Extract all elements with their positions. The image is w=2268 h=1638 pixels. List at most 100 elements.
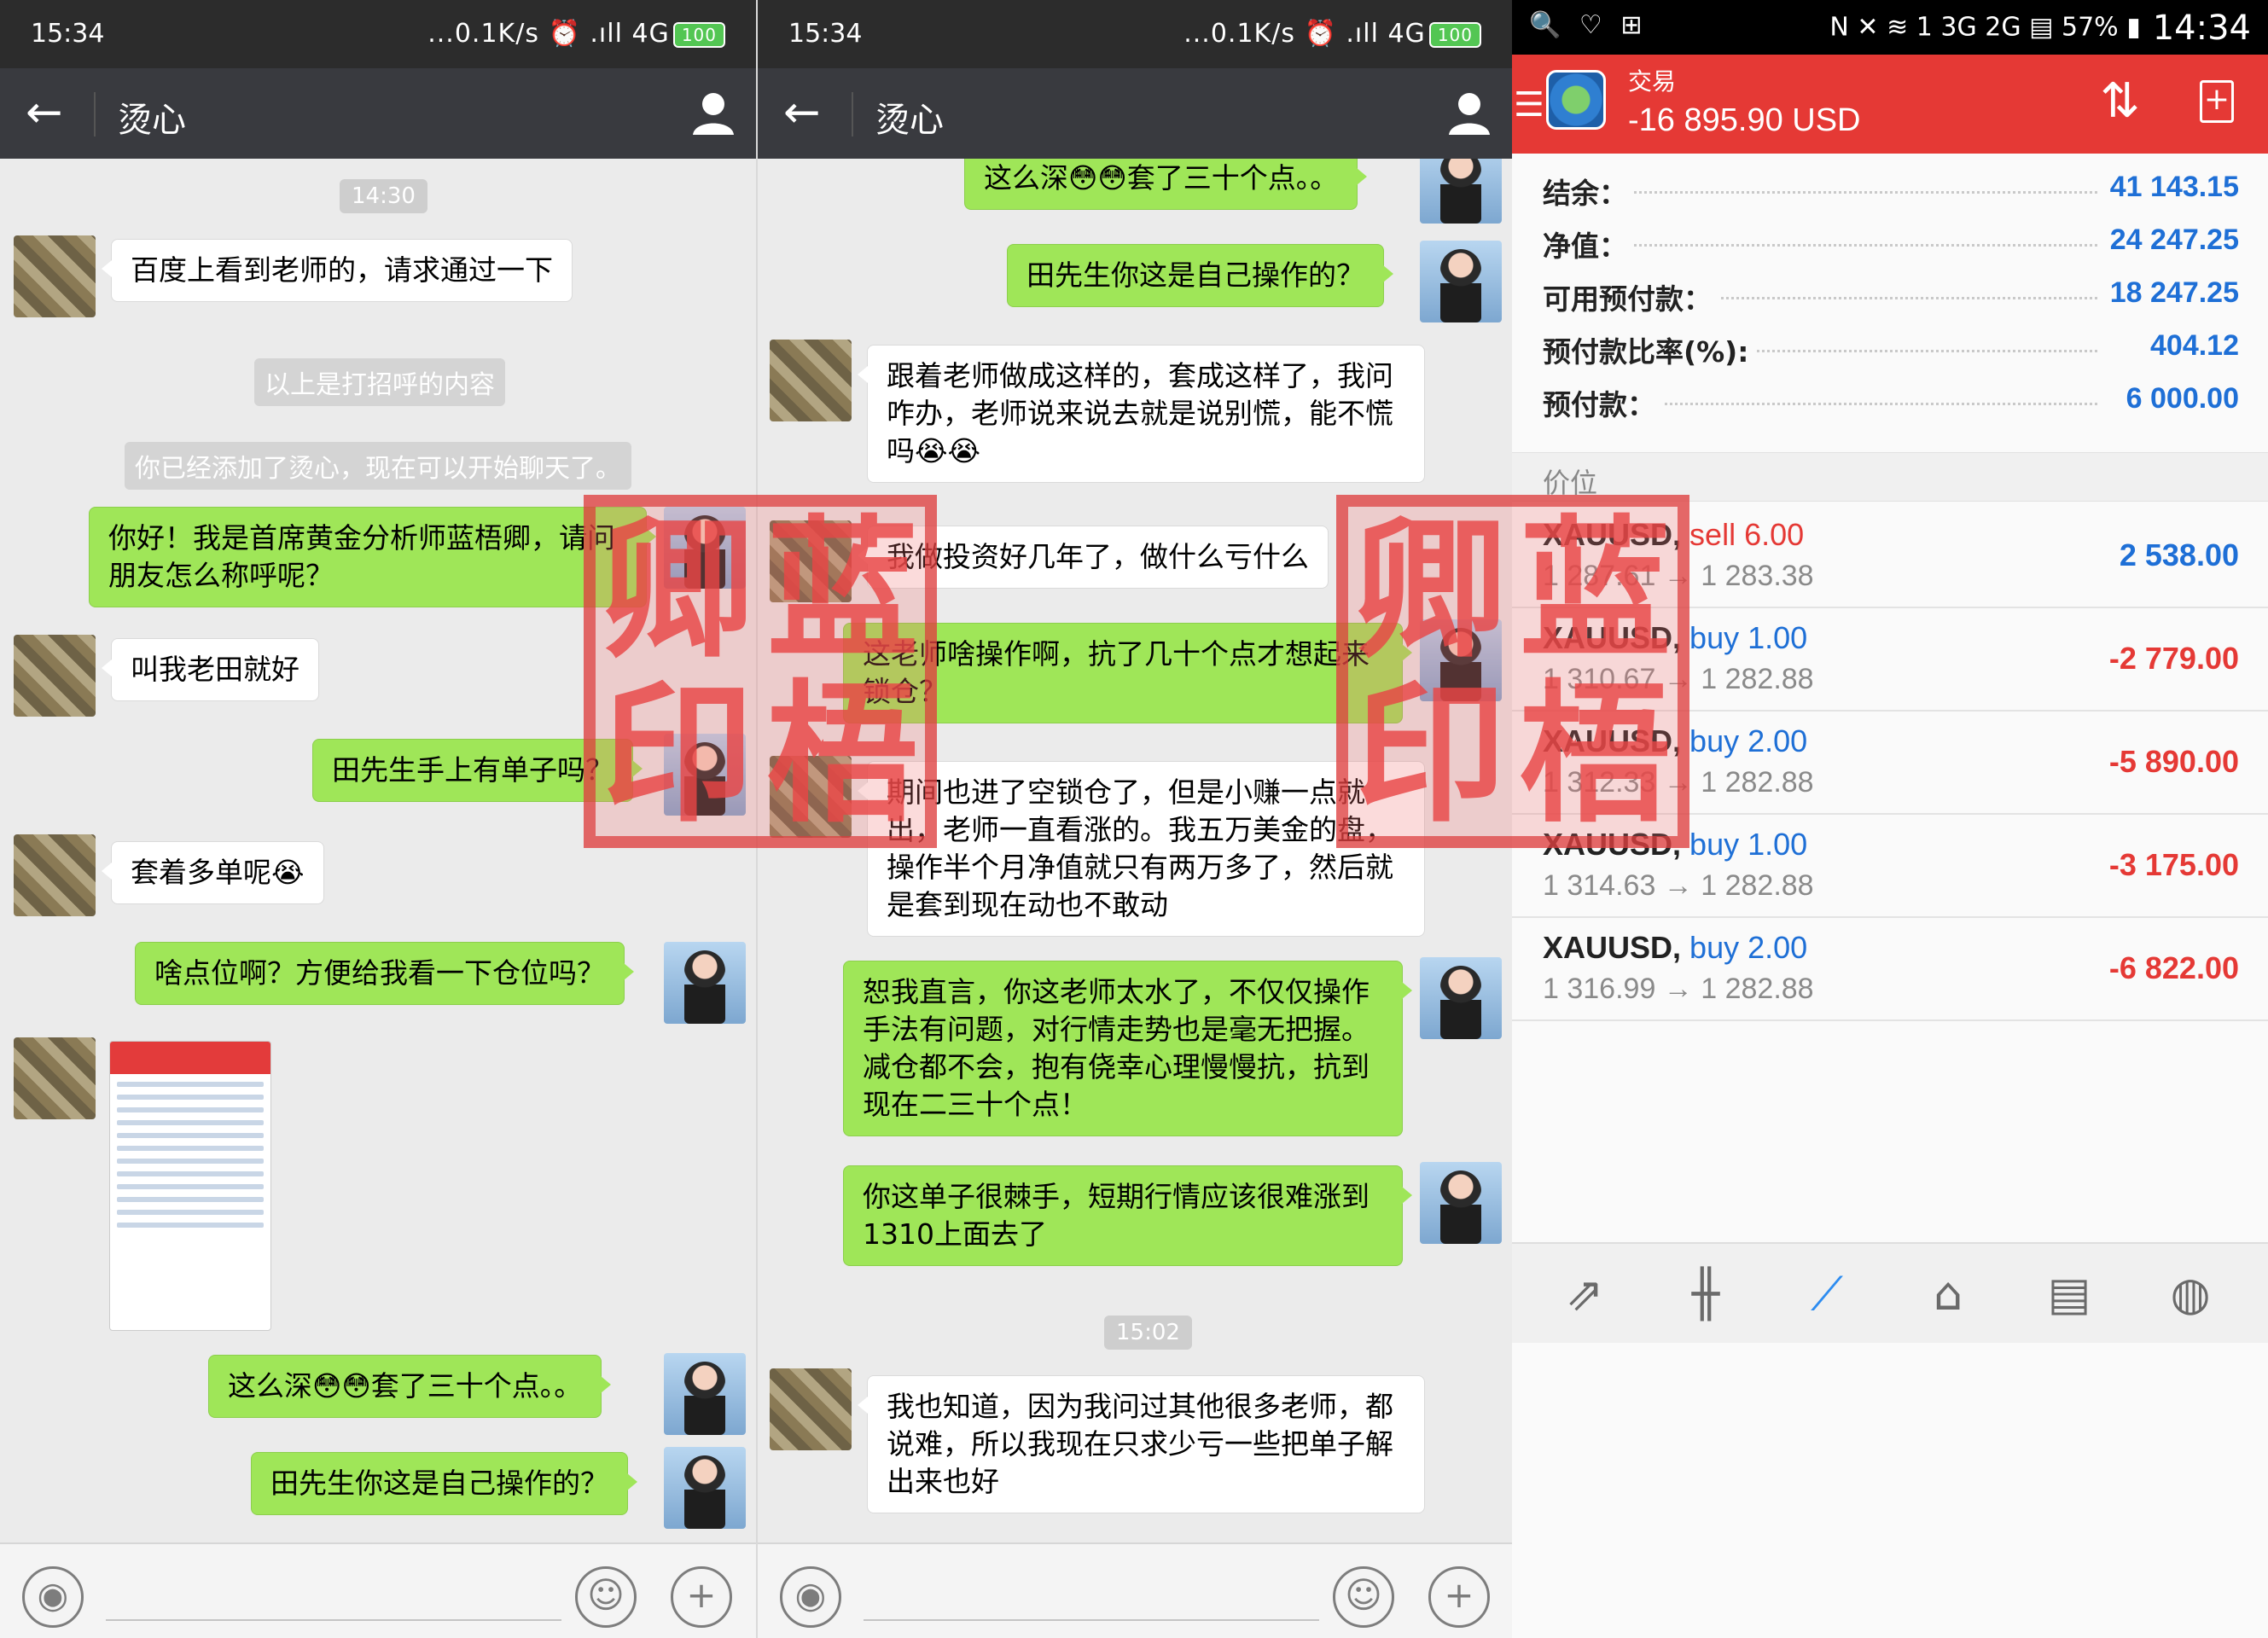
message-bubble-out[interactable]: 恕我直言，你这老师太水了，不仅仅操作手法有问题，对行情走势也是毫无把握。减仓都不… (843, 961, 1412, 1136)
position-side: buy 2.00 (1689, 930, 1808, 965)
seal-watermark: 卿 蓝 印 梧 (584, 495, 937, 848)
position-profit: 2 538.00 (2119, 537, 2239, 572)
status-right-icons: N ✕ ≋ 1 3G 2G ▤ 57% ▮ 14:34 (1829, 9, 2251, 48)
status-time: 15:34 (31, 19, 105, 49)
account-summary: 结余： 41 143.15 净值： 24 247.25 可用预付款： 18 247.2… (1512, 162, 2268, 427)
news-icon[interactable]: ▤ (2041, 1266, 2097, 1322)
summary-value: 18 247.25 (2101, 276, 2239, 310)
sort-icon[interactable]: ⇅ (2100, 73, 2140, 129)
position-side: buy 1.00 (1689, 827, 1808, 862)
battery-icon: 100 (1428, 21, 1481, 48)
my-avatar[interactable] (1420, 241, 1502, 322)
message-timestamp: 15:02 (1104, 1316, 1192, 1350)
position-prices: 1 314.63 → 1 282.88 (1543, 869, 1814, 902)
trading-screenshot-thumbnail[interactable] (109, 1041, 271, 1331)
header-profit: -16 895.90 USD (1628, 102, 1861, 138)
contact-profile-icon[interactable] (1445, 89, 1493, 136)
message-bubble-out[interactable]: 你这单子很棘手，短期行情应该很难涨到1310上面去了 (843, 1165, 1412, 1266)
voice-input-icon[interactable]: ◉ (22, 1566, 84, 1628)
position-profit: -2 779.00 (2108, 641, 2239, 676)
trade-icon[interactable]: ⇗ (1556, 1266, 1613, 1322)
voice-input-icon[interactable]: ◉ (780, 1566, 841, 1628)
position-prices: 1 316.99 → 1 282.88 (1543, 973, 1814, 1005)
friend-avatar[interactable] (14, 235, 96, 317)
message-list[interactable]: 这么深😳😳套了三十个点。。 田先生你这是自己操作的？ 跟着老师做成这样的，套成这… (758, 159, 1512, 1542)
message-input[interactable] (106, 1619, 561, 1621)
status-bar: 15:34 ...0.1K/s ⏰ .ıll 4G 100 (0, 0, 756, 68)
message-input[interactable] (864, 1619, 1319, 1621)
message-bubble-out[interactable]: 田先生你这是自己操作的？ (251, 1452, 637, 1515)
message-bubble-out[interactable]: 这么深😳😳套了三十个点。。 (964, 159, 1368, 210)
network-icons: ...0.1K/s ⏰ .ıll 4G (1183, 19, 1426, 49)
bottom-navigation: ⇗ ╫ ⟋ ⌂ ▤ ◍ (1512, 1242, 2268, 1343)
position-symbol: XAUUSD, (1543, 930, 1682, 965)
summary-label: 可用预付款： (1543, 276, 1718, 317)
friend-avatar[interactable] (14, 834, 96, 916)
add-attachment-icon[interactable]: + (1428, 1566, 1490, 1628)
summary-label: 结余： (1543, 171, 1634, 212)
status-bar: 🔍 ♡ ⊞ N ✕ ≋ 1 3G 2G ▤ 57% ▮ 14:34 (1512, 0, 2268, 55)
status-left-icons: 🔍 ♡ ⊞ (1529, 10, 1648, 40)
my-avatar[interactable] (1420, 1162, 1502, 1244)
summary-label: 净值： (1543, 224, 1634, 264)
add-attachment-icon[interactable]: + (671, 1566, 732, 1628)
position-side: buy 1.00 (1689, 620, 1808, 655)
new-order-icon[interactable]: + (2200, 80, 2234, 123)
input-bar: ◉ ☺ + (758, 1542, 1512, 1638)
message-bubble-in[interactable]: 套着多单呢😭 (102, 841, 324, 904)
friend-avatar[interactable] (14, 1037, 96, 1119)
seal-char: 印 (1354, 665, 1507, 843)
position-side: sell 6.00 (1689, 517, 1805, 552)
status-time: 14:34 (2152, 9, 2251, 48)
emoji-icon[interactable]: ☺ (1333, 1566, 1394, 1628)
message-bubble-in[interactable]: 我也知道，因为我问过其他很多老师，都说难，所以我现在只求少亏一些把单子解出来也好 (858, 1375, 1425, 1513)
emoji-icon[interactable]: ☺ (575, 1566, 637, 1628)
summary-value: 404.12 (2142, 329, 2239, 363)
system-message: 你已经添加了烫心，现在可以开始聊天了。 (125, 442, 631, 490)
seal-char: 梧 (766, 665, 919, 843)
title-bar: ← 烫心 (758, 68, 1512, 159)
my-avatar[interactable] (664, 1447, 746, 1529)
network-icons: ...0.1K/s ⏰ .ıll 4G (427, 19, 670, 49)
friend-avatar[interactable] (770, 1368, 852, 1450)
header-label: 交易 (1628, 67, 1677, 96)
message-list[interactable]: 14:30 百度上看到老师的，请求通过一下 以上是打招呼的内容 你已经添加了烫心… (0, 159, 756, 1542)
trade-header: ☰ 交易 -16 895.90 USD ⇅ + (1512, 55, 2268, 154)
summary-row: 预付款： 6 000.00 (1512, 374, 2268, 427)
message-bubble-in[interactable]: 叫我老田就好 (102, 638, 319, 701)
message-bubble-out[interactable]: 这么深😳😳套了三十个点。。 (208, 1355, 612, 1418)
message-bubble-in[interactable]: 百度上看到老师的，请求通过一下 (102, 239, 573, 302)
message-bubble-out[interactable]: 田先生你这是自己操作的？ (1007, 244, 1393, 307)
back-arrow-icon[interactable]: ← (26, 87, 63, 138)
system-message: 以上是打招呼的内容 (254, 358, 505, 406)
friend-avatar[interactable] (14, 635, 96, 717)
quotes-icon[interactable]: ╫ (1678, 1266, 1734, 1322)
seal-char: 梧 (1519, 665, 1672, 843)
title-divider (852, 92, 853, 136)
my-avatar[interactable] (664, 942, 746, 1024)
my-avatar[interactable] (1420, 957, 1502, 1039)
chat-icon[interactable]: ◍ (2162, 1266, 2219, 1322)
title-bar: ← 烫心 (0, 68, 756, 159)
input-bar: ◉ ☺ + (0, 1542, 756, 1638)
chat-title: 烫心 (875, 101, 944, 140)
app-logo-icon (1546, 70, 1606, 130)
position-row[interactable]: XAUUSD, buy 2.00 1 316.99 → 1 282.88 -6 … (1512, 918, 2268, 1021)
my-avatar[interactable] (1420, 159, 1502, 224)
menu-icon[interactable]: ☰ (1514, 85, 1544, 125)
message-bubble-out[interactable]: 啥点位啊？方便给我看一下仓位吗？ (135, 942, 634, 1005)
inbox-icon[interactable]: ⌂ (1920, 1266, 1976, 1322)
chart-icon[interactable]: ⟋ (1799, 1266, 1855, 1322)
summary-value: 24 247.25 (2101, 224, 2239, 257)
my-avatar[interactable] (664, 1353, 746, 1435)
summary-row: 净值： 24 247.25 (1512, 215, 2268, 268)
summary-row: 可用预付款： 18 247.25 (1512, 268, 2268, 321)
contact-profile-icon[interactable] (689, 89, 737, 136)
status-bar: 15:34 ...0.1K/s ⏰ .ıll 4G 100 (758, 0, 1512, 68)
signal-icons: N ✕ ≋ 1 3G 2G ▤ 57% ▮ (1829, 12, 2141, 43)
back-arrow-icon[interactable]: ← (783, 87, 821, 138)
message-bubble-out[interactable]: 你好！我是首席黄金分析师蓝梧卿，请问朋友怎么称呼呢？ (89, 507, 656, 607)
message-bubble-in[interactable]: 跟着老师做成这样的，套成这样了，我问咋办，老师说来说去就是说别慌，能不慌吗😭😭 (858, 345, 1425, 483)
summary-row: 预付款比率(%): 404.12 (1512, 321, 2268, 374)
friend-avatar[interactable] (770, 340, 852, 421)
